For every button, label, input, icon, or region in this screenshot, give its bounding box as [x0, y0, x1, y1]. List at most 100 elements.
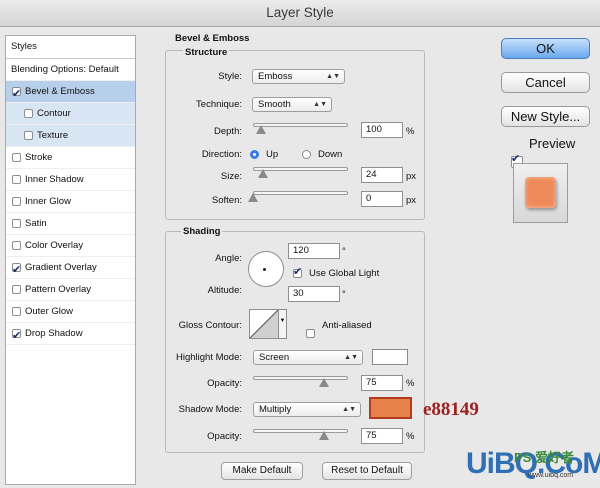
size-slider-thumb[interactable] — [258, 169, 269, 178]
highlight-opacity-thumb[interactable] — [319, 378, 330, 387]
style-item-checkbox[interactable] — [12, 153, 21, 162]
angle-label: Angle: — [215, 253, 242, 264]
soften-input[interactable]: 0 — [361, 191, 403, 207]
style-item-checkbox[interactable] — [24, 131, 33, 140]
style-item-label: Gradient Overlay — [25, 261, 97, 273]
style-select-value: Emboss — [258, 71, 293, 82]
highlight-mode-value: Screen — [259, 352, 290, 363]
shadow-opacity-thumb[interactable] — [319, 431, 330, 440]
highlight-opacity-track[interactable] — [253, 376, 348, 380]
style-item-drop-shadow[interactable]: Drop Shadow — [6, 323, 135, 347]
make-default-button[interactable]: Make Default — [221, 462, 303, 480]
highlight-color-swatch[interactable] — [372, 349, 408, 365]
altitude-input[interactable]: 30 — [288, 286, 340, 302]
style-item-contour[interactable]: Contour — [6, 103, 135, 125]
chevron-updown-icon: ▲▼ — [344, 354, 358, 361]
style-item-checkbox[interactable] — [24, 109, 33, 118]
highlight-opacity-input[interactable]: 75 — [361, 375, 403, 391]
depth-input[interactable]: 100 — [361, 122, 403, 138]
style-select[interactable]: Emboss ▲▼ — [252, 69, 345, 84]
size-unit: px — [406, 171, 417, 182]
style-item-checkbox[interactable] — [12, 219, 21, 228]
gloss-contour-dropdown-icon[interactable]: ▼ — [279, 309, 287, 339]
style-item-inner-shadow[interactable]: Inner Shadow — [6, 169, 135, 191]
preview-thumbnail — [513, 163, 568, 223]
soften-label: Soften: — [211, 195, 242, 206]
style-item-checkbox[interactable] — [12, 259, 21, 281]
style-item-satin[interactable]: Satin — [6, 213, 135, 235]
depth-label: Depth: — [214, 126, 242, 137]
style-item-checkbox[interactable] — [12, 175, 21, 184]
size-input[interactable]: 24 — [361, 167, 403, 183]
new-style-button[interactable]: New Style... — [501, 106, 590, 127]
style-item-checkbox[interactable] — [12, 307, 21, 316]
style-item-blending-options-default[interactable]: Blending Options: Default — [6, 59, 135, 81]
watermark-site-chars: PS 爱好者 — [514, 450, 574, 465]
styles-panel: Styles Blending Options: Default Bevel & … — [5, 35, 136, 485]
style-item-texture[interactable]: Texture — [6, 125, 135, 147]
shading-title: Shading — [181, 226, 223, 237]
direction-down-radio[interactable] — [302, 150, 311, 159]
depth-slider-track[interactable] — [253, 123, 348, 127]
style-item-label: Bevel & Emboss — [25, 85, 95, 97]
global-light-checkbox[interactable] — [293, 265, 302, 278]
anti-aliased-label[interactable]: Anti-aliased — [322, 320, 372, 331]
gloss-contour-label: Gloss Contour: — [178, 320, 242, 331]
style-item-checkbox[interactable] — [12, 285, 21, 294]
style-item-bevel-emboss[interactable]: Bevel & Emboss — [6, 81, 135, 105]
soften-slider-track[interactable] — [253, 191, 348, 195]
anti-aliased-checkbox[interactable] — [306, 329, 315, 338]
window-title: Layer Style — [0, 0, 600, 27]
style-item-checkbox[interactable] — [12, 197, 21, 206]
style-item-label: Inner Shadow — [25, 173, 84, 185]
chevron-updown-icon: ▲▼ — [342, 406, 356, 413]
style-item-label: Stroke — [25, 151, 53, 163]
shadow-opacity-label: Opacity: — [207, 431, 242, 442]
style-item-inner-glow[interactable]: Inner Glow — [6, 191, 135, 213]
highlight-mode-select[interactable]: Screen ▲▼ — [253, 350, 363, 365]
style-item-gradient-overlay[interactable]: Gradient Overlay — [6, 257, 135, 281]
highlight-mode-label: Highlight Mode: — [175, 352, 242, 363]
style-item-label: Inner Glow — [25, 195, 71, 207]
direction-down-label[interactable]: Down — [318, 149, 342, 160]
angle-unit: ° — [342, 246, 346, 257]
altitude-label: Altitude: — [207, 285, 242, 296]
highlight-opacity-label: Opacity: — [207, 378, 242, 389]
style-item-checkbox[interactable] — [12, 83, 21, 105]
style-item-label: Color Overlay — [25, 239, 84, 251]
cancel-button[interactable]: Cancel — [501, 72, 590, 93]
depth-slider-thumb[interactable] — [255, 125, 266, 134]
style-item-label: Drop Shadow — [25, 327, 83, 339]
depth-unit: % — [406, 126, 415, 137]
style-item-stroke[interactable]: Stroke — [6, 147, 135, 169]
preview-label[interactable]: Preview — [529, 136, 575, 151]
structure-title: Structure — [183, 47, 230, 58]
gloss-contour-picker[interactable] — [249, 309, 279, 339]
soften-slider-thumb[interactable] — [248, 193, 258, 202]
reset-default-button[interactable]: Reset to Default — [322, 462, 412, 480]
style-item-outer-glow[interactable]: Outer Glow — [6, 301, 135, 323]
technique-label: Technique: — [196, 99, 242, 110]
styles-panel-header[interactable]: Styles — [6, 36, 135, 59]
direction-up-label[interactable]: Up — [266, 149, 278, 160]
style-label: Style: — [218, 71, 242, 82]
angle-input[interactable]: 120 — [288, 243, 340, 259]
shadow-mode-select[interactable]: Multiply ▲▼ — [253, 402, 361, 417]
contour-curve-icon — [249, 309, 279, 339]
angle-dial-dot — [263, 268, 266, 271]
style-item-pattern-overlay[interactable]: Pattern Overlay — [6, 279, 135, 301]
technique-select-value: Smooth — [258, 99, 291, 110]
highlight-opacity-unit: % — [406, 378, 415, 389]
global-light-label[interactable]: Use Global Light — [309, 268, 379, 279]
style-item-checkbox[interactable] — [12, 325, 21, 347]
angle-dial[interactable] — [248, 251, 284, 287]
style-item-checkbox[interactable] — [12, 241, 21, 250]
direction-up-radio[interactable] — [250, 150, 259, 159]
shadow-opacity-track[interactable] — [253, 429, 348, 433]
shadow-opacity-input[interactable]: 75 — [361, 428, 403, 444]
style-item-color-overlay[interactable]: Color Overlay — [6, 235, 135, 257]
preview-square — [525, 177, 556, 208]
shadow-color-swatch[interactable] — [369, 397, 412, 419]
ok-button[interactable]: OK — [501, 38, 590, 59]
technique-select[interactable]: Smooth ▲▼ — [252, 97, 332, 112]
